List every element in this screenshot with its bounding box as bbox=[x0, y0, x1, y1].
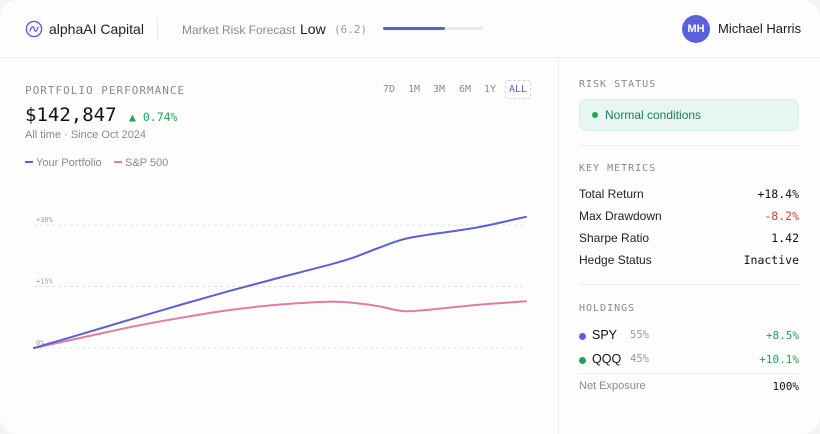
risk-status-title: RISK STATUS bbox=[579, 79, 657, 90]
metric-label: Max Drawdown bbox=[579, 209, 662, 223]
holding-row-qqq[interactable]: QQQ 45% +10.1% bbox=[579, 352, 799, 368]
metric-value: +18.4% bbox=[757, 187, 799, 201]
risk-forecast-score: (6.2) bbox=[334, 23, 368, 36]
holding-return: +10.1% bbox=[759, 353, 799, 366]
header-divider bbox=[157, 18, 158, 40]
holding-row-spy[interactable]: SPY 55% +8.5% bbox=[579, 328, 799, 344]
metric-row-hedge-status: Hedge Status Inactive bbox=[579, 253, 799, 269]
y-tick-label: +30% bbox=[36, 216, 54, 224]
risk-forecast-level: Low bbox=[300, 21, 326, 37]
key-metrics-title: KEY METRICS bbox=[579, 163, 657, 174]
series-line-your-portfolio bbox=[33, 215, 527, 349]
user-name[interactable]: Michael Harris bbox=[718, 21, 801, 36]
holding-return: +8.5% bbox=[765, 329, 799, 342]
metric-value: Inactive bbox=[743, 253, 799, 267]
holding-dot-icon bbox=[579, 333, 586, 340]
holdings-title: HOLDINGS bbox=[579, 303, 636, 314]
metric-label: Hedge Status bbox=[579, 253, 652, 267]
risk-status-text: Normal conditions bbox=[605, 108, 702, 122]
metric-value: 1.42 bbox=[771, 231, 799, 245]
risk-forecast-bar-fill bbox=[383, 27, 445, 30]
section-divider bbox=[579, 284, 799, 285]
holding-weight: 45% bbox=[630, 353, 649, 365]
section-divider bbox=[579, 145, 799, 146]
avatar[interactable]: MH bbox=[682, 15, 710, 43]
metric-row-sharpe-ratio: Sharpe Ratio 1.42 bbox=[579, 231, 799, 247]
app-window: alphaAI Capital Market Risk Forecast Low… bbox=[0, 0, 820, 434]
y-tick-label: +15% bbox=[36, 278, 54, 286]
holding-ticker: SPY bbox=[592, 328, 618, 342]
series-line-s-p-500 bbox=[33, 300, 527, 349]
top-bar: alphaAI Capital Market Risk Forecast Low… bbox=[0, 0, 820, 58]
metric-value: -8.2% bbox=[764, 209, 799, 223]
holding-ticker: QQQ bbox=[592, 352, 622, 366]
holdings-divider bbox=[579, 373, 799, 374]
alphaai-logo-icon bbox=[25, 20, 43, 38]
sidebar-panel: RISK STATUS Normal conditions KEY METRIC… bbox=[559, 58, 820, 434]
net-exposure-value: 100% bbox=[772, 380, 800, 393]
net-exposure-label: Net Exposure bbox=[579, 380, 646, 392]
performance-chart: +30%+15%0% bbox=[33, 215, 527, 349]
brand-name[interactable]: alphaAI Capital bbox=[49, 21, 144, 37]
metric-row-total-return: Total Return +18.4% bbox=[579, 187, 799, 203]
risk-forecast-bar bbox=[383, 27, 483, 30]
metric-row-max-drawdown: Max Drawdown -8.2% bbox=[579, 209, 799, 225]
holding-dot-icon bbox=[579, 357, 586, 364]
holding-weight: 55% bbox=[630, 329, 649, 341]
risk-status-badge: Normal conditions bbox=[579, 99, 799, 131]
metric-label: Total Return bbox=[579, 187, 644, 201]
metric-label: Sharpe Ratio bbox=[579, 231, 650, 245]
portfolio-performance-panel: PORTFOLIO PERFORMANCE 7D 1M 3M 6M 1Y ALL… bbox=[0, 58, 558, 434]
risk-forecast-label: Market Risk Forecast bbox=[182, 23, 296, 37]
status-dot-icon bbox=[592, 112, 598, 118]
